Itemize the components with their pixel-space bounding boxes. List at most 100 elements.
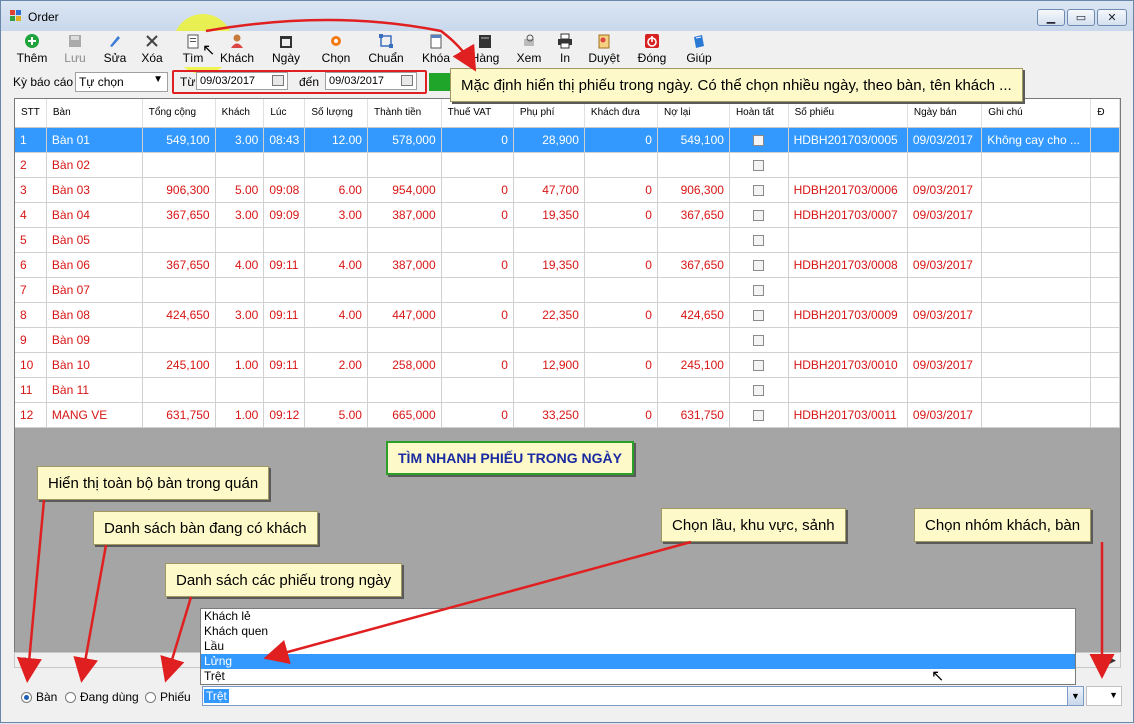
table-cell[interactable]: 09:12	[263, 402, 306, 428]
table-cell[interactable]: Bàn 01	[46, 127, 143, 153]
table-cell[interactable]: 08:43	[263, 127, 306, 153]
column-header[interactable]: Ngày bán	[907, 99, 983, 128]
maximize-button[interactable]: ▭	[1067, 9, 1095, 26]
table-cell[interactable]: 0	[584, 352, 658, 378]
table-cell[interactable]: HDBH201703/0006	[788, 177, 908, 203]
column-header[interactable]: Phụ phí	[513, 99, 585, 128]
table-cell[interactable]	[584, 152, 658, 178]
table-cell[interactable]: 2.00	[304, 352, 368, 378]
table-cell[interactable]: 0	[441, 127, 514, 153]
table-cell[interactable]	[1090, 277, 1120, 303]
table-cell[interactable]	[441, 377, 514, 403]
table-cell[interactable]	[142, 277, 216, 303]
period-select[interactable]: Tự chọn ▼	[75, 72, 168, 92]
table-cell[interactable]	[513, 377, 585, 403]
toolbar-button-khach[interactable]: Khách	[219, 33, 255, 67]
table-cell[interactable]	[215, 327, 265, 353]
table-cell[interactable]: 1	[15, 127, 47, 153]
table-cell[interactable]	[981, 252, 1092, 278]
table-cell[interactable]: 33,250	[513, 402, 585, 428]
checkbox[interactable]	[753, 159, 765, 171]
dropdown-option[interactable]: Lầu	[201, 639, 1075, 654]
table-cell[interactable]	[584, 227, 658, 253]
table-cell[interactable]: 12	[15, 402, 47, 428]
table-cell[interactable]: 0	[584, 127, 658, 153]
table-cell[interactable]	[657, 327, 730, 353]
column-header[interactable]: Hoàn tất	[729, 99, 789, 128]
table-cell[interactable]: 954,000	[367, 177, 442, 203]
table-cell[interactable]: 1.00	[215, 352, 265, 378]
table-row[interactable]: 4 Bàn 04 367,650 3.00 09:09 3.00 387,000 0 19,35…	[15, 202, 1120, 228]
table-cell[interactable]	[788, 152, 908, 178]
table-cell[interactable]	[729, 377, 789, 403]
table-cell[interactable]	[729, 402, 789, 428]
table-row[interactable]: 10 Bàn 10 245,100 1.00 09:11 2.00 258,000 0 12,9…	[15, 352, 1120, 378]
from-date-picker[interactable]: 09/03/2017	[196, 72, 288, 90]
table-cell[interactable]: 0	[584, 402, 658, 428]
table-cell[interactable]: Bàn 04	[46, 202, 143, 228]
table-cell[interactable]: HDBH201703/0010	[788, 352, 908, 378]
toolbar-button-hang[interactable]: Hàng	[469, 33, 501, 67]
table-row[interactable]: 9 Bàn 09	[15, 327, 1120, 353]
table-cell[interactable]: 367,650	[657, 202, 730, 228]
column-header[interactable]: Thành tiền	[367, 99, 442, 128]
column-header[interactable]: Thuế VAT	[441, 99, 514, 128]
table-cell[interactable]	[1090, 227, 1120, 253]
table-cell[interactable]: 09:11	[263, 302, 306, 328]
table-cell[interactable]	[367, 327, 442, 353]
to-date-picker[interactable]: 09/03/2017	[325, 72, 417, 90]
table-cell[interactable]: 5.00	[215, 177, 265, 203]
table-cell[interactable]: MANG VE	[46, 402, 143, 428]
table-cell[interactable]: 2	[15, 152, 47, 178]
table-cell[interactable]: 6.00	[304, 177, 368, 203]
table-cell[interactable]	[729, 177, 789, 203]
table-cell[interactable]: Bàn 06	[46, 252, 143, 278]
close-button[interactable]: ✕	[1097, 9, 1127, 26]
table-cell[interactable]	[981, 402, 1092, 428]
table-row[interactable]: 6 Bàn 06 367,650 4.00 09:11 4.00 387,000 0 19,35…	[15, 252, 1120, 278]
checkbox[interactable]	[753, 359, 765, 371]
table-cell[interactable]	[367, 277, 442, 303]
table-cell[interactable]: 19,350	[513, 202, 585, 228]
radio-ban[interactable]: Bàn	[21, 690, 57, 704]
table-cell[interactable]	[513, 152, 585, 178]
table-cell[interactable]: 3.00	[215, 302, 265, 328]
table-cell[interactable]: 3.00	[304, 202, 368, 228]
table-cell[interactable]	[1090, 402, 1120, 428]
table-cell[interactable]	[981, 177, 1092, 203]
dropdown-option[interactable]: Khách quen	[201, 624, 1075, 639]
table-cell[interactable]: 906,300	[142, 177, 216, 203]
table-row[interactable]: 1 Bàn 01 549,100 3.00 08:43 12.00 578,000 0 28,9…	[15, 127, 1120, 153]
table-cell[interactable]: 631,750	[657, 402, 730, 428]
table-cell[interactable]: 1.00	[215, 402, 265, 428]
table-cell[interactable]: 09/03/2017	[907, 202, 983, 228]
table-cell[interactable]	[981, 327, 1092, 353]
table-cell[interactable]: 367,650	[657, 252, 730, 278]
table-cell[interactable]: 424,650	[142, 302, 216, 328]
toolbar-button-xem[interactable]: Xem	[515, 33, 543, 67]
table-cell[interactable]	[304, 327, 368, 353]
table-cell[interactable]	[1090, 202, 1120, 228]
table-cell[interactable]: 0	[584, 302, 658, 328]
table-cell[interactable]	[584, 377, 658, 403]
table-cell[interactable]	[367, 377, 442, 403]
table-row[interactable]: 11 Bàn 11	[15, 377, 1120, 403]
toolbar-button-chuan[interactable]: Chuẩn	[367, 33, 405, 67]
table-cell[interactable]: 447,000	[367, 302, 442, 328]
checkbox[interactable]	[753, 384, 765, 396]
checkbox[interactable]	[753, 209, 765, 221]
table-cell[interactable]: 258,000	[367, 352, 442, 378]
toolbar-button-them[interactable]: Thêm	[15, 33, 49, 67]
table-cell[interactable]	[513, 277, 585, 303]
table-cell[interactable]: 09/03/2017	[907, 402, 983, 428]
table-cell[interactable]	[441, 277, 514, 303]
table-cell[interactable]	[1090, 252, 1120, 278]
table-cell[interactable]: 549,100	[142, 127, 216, 153]
toolbar-button-dong[interactable]: Đóng	[637, 33, 667, 67]
table-cell[interactable]: HDBH201703/0008	[788, 252, 908, 278]
table-cell[interactable]	[441, 227, 514, 253]
table-cell[interactable]: 8	[15, 302, 47, 328]
table-cell[interactable]: 09/03/2017	[907, 352, 983, 378]
table-cell[interactable]: Bàn 11	[46, 377, 143, 403]
table-cell[interactable]	[263, 277, 306, 303]
